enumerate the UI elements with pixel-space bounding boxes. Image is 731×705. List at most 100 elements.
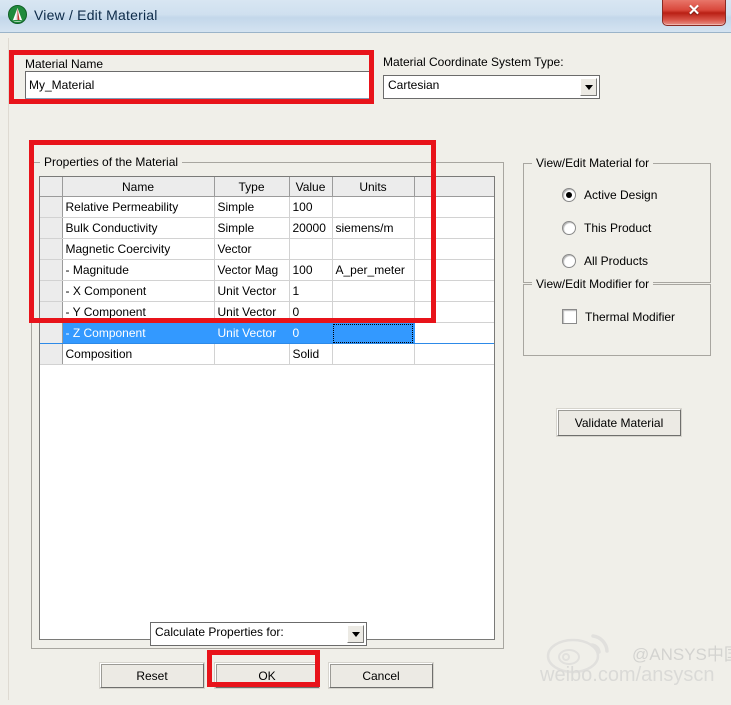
- column-header-rownum[interactable]: [40, 177, 63, 197]
- reset-button-label: Reset: [136, 668, 168, 683]
- properties-table: Name Type Value Units Relative Permeabil…: [40, 177, 494, 365]
- cell-value[interactable]: 0: [289, 301, 333, 323]
- table-row[interactable]: - Magnitude Vector Mag 100 A_per_meter: [40, 259, 494, 281]
- chevron-down-icon[interactable]: [580, 78, 597, 96]
- cell-type[interactable]: Vector Mag: [214, 259, 290, 281]
- cell-units[interactable]: [332, 280, 415, 302]
- row-selector-cell[interactable]: [40, 217, 63, 239]
- cell-name[interactable]: - Z Component: [62, 322, 215, 344]
- close-icon: ✕: [687, 2, 701, 19]
- cell-type[interactable]: Unit Vector: [214, 280, 290, 302]
- calculate-properties-value: Calculate Properties for:: [155, 625, 284, 639]
- coordinate-system-select[interactable]: Cartesian: [383, 75, 600, 99]
- row-selector-cell[interactable]: [40, 196, 63, 218]
- radio-indicator-all-products[interactable]: [562, 254, 576, 268]
- cell-value[interactable]: 0: [289, 322, 333, 344]
- cell-type[interactable]: Unit Vector: [214, 322, 290, 344]
- ansys-logo-icon: [8, 5, 27, 24]
- coordinate-system-label: Material Coordinate System Type:: [383, 55, 564, 69]
- table-row[interactable]: - Y Component Unit Vector 0: [40, 301, 494, 323]
- checkbox-indicator-thermal-modifier[interactable]: [562, 309, 577, 324]
- properties-table-body: Relative Permeability Simple 100 Bulk Condu…: [40, 196, 494, 365]
- row-selector-cell[interactable]: [40, 238, 63, 260]
- client-area: Material Name Material Coordinate System…: [8, 38, 723, 700]
- cell-type[interactable]: Unit Vector: [214, 301, 290, 323]
- row-selector-cell[interactable]: [40, 280, 63, 302]
- cell-value[interactable]: 100: [289, 196, 333, 218]
- cell-extra[interactable]: [414, 238, 494, 260]
- validate-material-button[interactable]: Validate Material: [557, 409, 681, 436]
- column-header-extra[interactable]: [414, 177, 494, 197]
- table-row[interactable]: - X Component Unit Vector 1: [40, 280, 494, 302]
- cell-name[interactable]: Bulk Conductivity: [62, 217, 215, 239]
- view-edit-modifier-for-group: View/Edit Modifier for Thermal Modifier: [523, 277, 711, 356]
- cell-extra[interactable]: [414, 217, 494, 239]
- cancel-button[interactable]: Cancel: [329, 663, 433, 688]
- table-row[interactable]: Magnetic Coercivity Vector: [40, 238, 494, 260]
- view-edit-material-for-group: View/Edit Material for Active Design Thi…: [523, 156, 711, 283]
- cell-value[interactable]: 20000: [289, 217, 333, 239]
- cell-type[interactable]: Vector: [214, 238, 290, 260]
- material-name-input[interactable]: [25, 71, 370, 99]
- chevron-down-icon-calculate[interactable]: [347, 625, 364, 643]
- cell-name[interactable]: Relative Permeability: [62, 196, 215, 218]
- table-row[interactable]: Composition Solid: [40, 343, 494, 365]
- table-row[interactable]: - Z Component Unit Vector 0: [40, 322, 494, 344]
- cell-type[interactable]: Simple: [214, 217, 290, 239]
- cell-extra[interactable]: [414, 343, 494, 365]
- cell-extra[interactable]: [414, 280, 494, 302]
- cell-extra[interactable]: [414, 196, 494, 218]
- cell-name[interactable]: - Y Component: [62, 301, 215, 323]
- ok-button[interactable]: OK: [215, 663, 319, 688]
- view-edit-modifier-for-title: View/Edit Modifier for: [532, 277, 654, 291]
- radio-indicator-this-product[interactable]: [562, 221, 576, 235]
- cell-extra[interactable]: [414, 259, 494, 281]
- column-header-units[interactable]: Units: [332, 177, 415, 197]
- radio-label-active-design: Active Design: [584, 188, 658, 202]
- row-selector-cell[interactable]: [40, 301, 63, 323]
- checkbox-label-thermal-modifier: Thermal Modifier: [585, 309, 676, 324]
- validate-material-label: Validate Material: [574, 415, 664, 430]
- checkbox-thermal-modifier[interactable]: Thermal Modifier: [562, 309, 675, 324]
- cell-extra[interactable]: [414, 301, 494, 323]
- reset-button[interactable]: Reset: [100, 663, 204, 688]
- radio-this-product[interactable]: This Product: [562, 221, 651, 235]
- cell-units[interactable]: [332, 301, 415, 323]
- close-button[interactable]: ✕: [662, 0, 726, 26]
- radio-all-products[interactable]: All Products: [562, 254, 648, 268]
- calculate-properties-select[interactable]: Calculate Properties for:: [150, 622, 367, 646]
- radio-active-design[interactable]: Active Design: [562, 188, 657, 202]
- column-header-type[interactable]: Type: [214, 177, 290, 197]
- cell-type[interactable]: [214, 343, 290, 365]
- radio-label-all-products: All Products: [584, 254, 649, 268]
- view-edit-material-for-title: View/Edit Material for: [532, 156, 654, 170]
- cell-value[interactable]: 100: [289, 259, 333, 281]
- cell-units[interactable]: A_per_meter: [332, 259, 415, 281]
- radio-indicator-active-design[interactable]: [562, 188, 576, 202]
- cell-name[interactable]: Magnetic Coercivity: [62, 238, 215, 260]
- cell-units[interactable]: [332, 343, 415, 365]
- cell-units[interactable]: [332, 196, 415, 218]
- cell-units[interactable]: [332, 238, 415, 260]
- properties-group-title: Properties of the Material: [40, 155, 183, 169]
- table-header-row: Name Type Value Units: [40, 177, 494, 197]
- row-selector-cell[interactable]: [40, 343, 63, 365]
- cell-name[interactable]: - Magnitude: [62, 259, 215, 281]
- table-row[interactable]: Relative Permeability Simple 100: [40, 196, 494, 218]
- cell-units[interactable]: [332, 322, 415, 344]
- table-row[interactable]: Bulk Conductivity Simple 20000 siemens/m: [40, 217, 494, 239]
- row-selector-cell[interactable]: [40, 259, 63, 281]
- cell-value[interactable]: [289, 238, 333, 260]
- cell-extra[interactable]: [414, 322, 494, 344]
- cell-type[interactable]: Simple: [214, 196, 290, 218]
- cell-value[interactable]: Solid: [289, 343, 333, 365]
- column-header-name[interactable]: Name: [62, 177, 215, 197]
- cell-name[interactable]: Composition: [62, 343, 215, 365]
- cell-units[interactable]: siemens/m: [332, 217, 415, 239]
- column-header-value[interactable]: Value: [289, 177, 333, 197]
- title-bar: View / Edit Material ✕: [0, 0, 731, 33]
- cell-name[interactable]: - X Component: [62, 280, 215, 302]
- properties-grid[interactable]: Name Type Value Units Relative Permeabil…: [39, 176, 495, 640]
- cell-value[interactable]: 1: [289, 280, 333, 302]
- row-selector-cell[interactable]: [40, 322, 63, 344]
